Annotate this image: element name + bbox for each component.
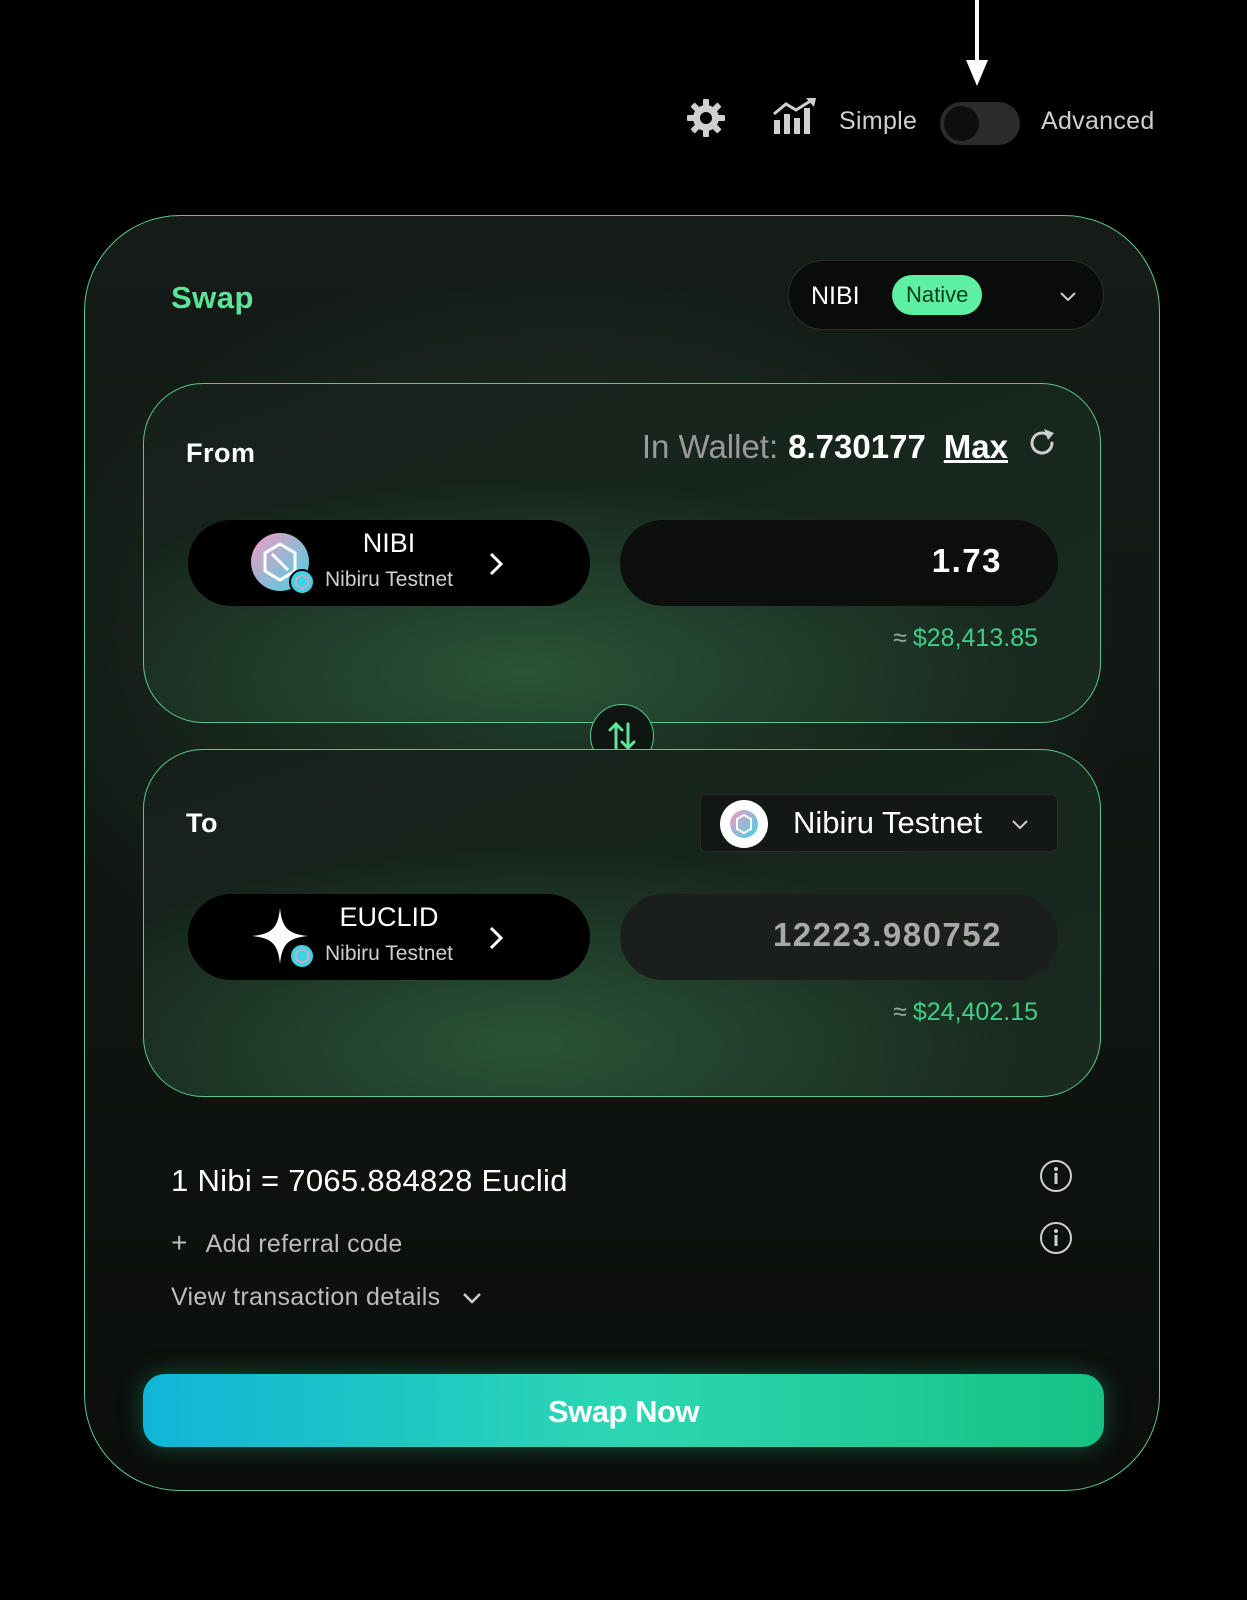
swap-page: Simple Advanced Swap NIBI Native From In…: [0, 0, 1247, 1600]
chevron-down-icon: [1060, 292, 1076, 302]
to-token-selector[interactable]: EUCLID Nibiru Testnet: [188, 894, 590, 980]
from-usd-value: ≈ $28,413.85: [893, 624, 1038, 653]
to-amount-output: 12223.980752: [620, 894, 1058, 980]
chevron-right-icon: [489, 552, 504, 576]
annotation-arrow-icon: [966, 0, 988, 86]
to-panel: To Nibiru Testnet EUCLID Nibiru Testnet …: [143, 749, 1101, 1097]
from-token-chain: Nibiru Testnet: [324, 568, 453, 591]
from-amount-input[interactable]: 1.73: [620, 520, 1058, 606]
swap-arrows-icon: [608, 721, 636, 751]
to-token-symbol: EUCLID: [339, 902, 439, 932]
toggle-knob: [944, 106, 979, 141]
nibiru-chain-icon: [720, 800, 768, 848]
mode-simple-label[interactable]: Simple: [839, 107, 917, 136]
from-label: From: [186, 438, 256, 468]
wallet-value: 8.730177: [788, 428, 926, 465]
chevron-down-icon: [1012, 820, 1028, 830]
wallet-balance: In Wallet: 8.730177 Max: [642, 428, 1058, 466]
wallet-label: In Wallet:: [641, 428, 779, 465]
chevron-right-icon: [489, 926, 504, 950]
mode-advanced-label[interactable]: Advanced: [1041, 107, 1155, 136]
add-referral-code-button[interactable]: + Add referral code: [171, 1227, 403, 1259]
from-amount-value: 1.73: [931, 542, 1002, 579]
to-label: To: [186, 808, 218, 838]
nibiru-chain-icon: [289, 569, 315, 595]
info-icon[interactable]: [1039, 1221, 1073, 1255]
from-panel: From In Wallet: 8.730177 Max NIBI Nibiru…: [143, 383, 1101, 723]
view-transaction-details-toggle[interactable]: View transaction details: [171, 1283, 484, 1312]
refresh-icon[interactable]: [1026, 427, 1058, 459]
to-token-chain: Nibiru Testnet: [324, 942, 453, 965]
approx-symbol: ≈: [893, 624, 907, 652]
swap-now-button[interactable]: Swap Now: [143, 1374, 1104, 1447]
from-usd-amount: $28,413.85: [912, 624, 1038, 652]
from-token-symbol: NIBI: [362, 528, 416, 558]
to-chain-name: Nibiru Testnet: [793, 805, 982, 840]
chain-selector-name: NIBI: [811, 282, 860, 310]
chevron-down-icon: [463, 1292, 482, 1304]
native-badge: Native: [892, 275, 983, 315]
gear-icon[interactable]: [686, 98, 726, 138]
referral-label: Add referral code: [205, 1230, 403, 1258]
exchange-rate: 1 Nibi = 7065.884828 Euclid: [171, 1163, 568, 1198]
from-token-selector[interactable]: NIBI Nibiru Testnet: [188, 520, 590, 606]
card-title: Swap: [171, 280, 254, 315]
to-usd-value: ≈ $24,402.15: [893, 998, 1038, 1027]
mode-toggle[interactable]: [940, 102, 1020, 145]
bar-chart-trend-icon[interactable]: [772, 98, 816, 136]
plus-icon: +: [171, 1227, 188, 1258]
to-chain-selector[interactable]: Nibiru Testnet: [700, 794, 1058, 852]
chain-selector[interactable]: NIBI Native: [788, 260, 1104, 330]
nibiru-chain-icon: [289, 943, 315, 969]
swap-card: Swap NIBI Native From In Wallet: 8.73017…: [84, 215, 1160, 1491]
info-icon[interactable]: [1039, 1159, 1073, 1193]
tx-details-label: View transaction details: [171, 1283, 441, 1311]
to-amount-value: 12223.980752: [772, 916, 1002, 953]
max-button[interactable]: Max: [944, 428, 1008, 466]
approx-symbol: ≈: [893, 998, 907, 1026]
to-usd-amount: $24,402.15: [912, 998, 1038, 1026]
